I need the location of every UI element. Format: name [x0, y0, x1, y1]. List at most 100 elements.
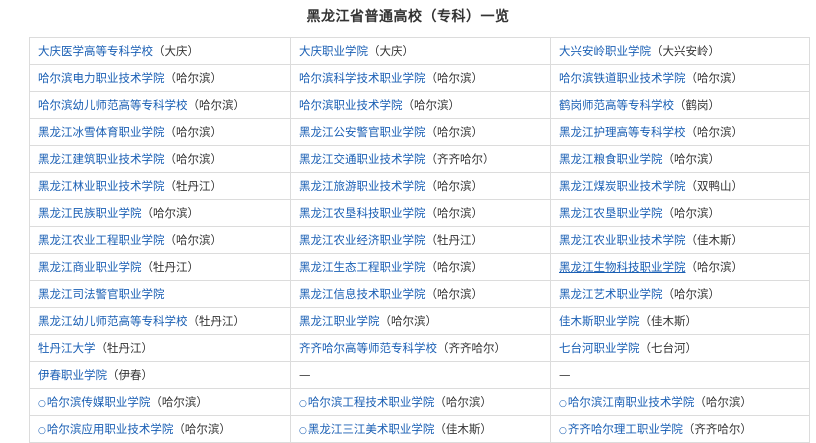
school-link[interactable]: 牡丹江大学 [38, 341, 96, 355]
table-cell: 黑龙江农业工程职业学院（哈尔滨） [29, 226, 291, 254]
table-row: 哈尔滨电力职业技术学院（哈尔滨） 哈尔滨科学技术职业学院（哈尔滨） 哈尔滨铁道职业技… [29, 64, 810, 92]
table-row: ○哈尔滨应用职业技术学院（哈尔滨） ○黑龙江三江美术职业学院（佳木斯） ○齐齐哈尔理… [29, 415, 810, 443]
table-cell: ○哈尔滨工程技术职业学院（哈尔滨） [290, 388, 551, 416]
school-link[interactable]: 黑龙江商业职业学院 [38, 260, 142, 274]
table-cell: 黑龙江粮食职业学院（哈尔滨） [550, 145, 810, 173]
school-link[interactable]: 黑龙江幼儿师范高等专科学校 [38, 314, 188, 328]
school-link[interactable]: 哈尔滨科学技术职业学院 [299, 71, 426, 85]
school-link[interactable]: 黑龙江民族职业学院 [38, 206, 142, 220]
school-link[interactable]: 黑龙江信息技术职业学院 [299, 287, 426, 301]
school-city: （双鸭山） [685, 179, 744, 193]
school-link[interactable]: 哈尔滨电力职业技术学院 [38, 71, 165, 85]
table-row: 伊春职业学院（伊春） — — [29, 361, 810, 389]
private-marker-icon: ○ [559, 426, 567, 436]
school-link[interactable]: 哈尔滨传媒职业学院 [47, 395, 151, 409]
school-link[interactable]: 黑龙江煤炭职业技术学院 [559, 179, 686, 193]
table-cell: 黑龙江建筑职业技术学院（哈尔滨） [29, 145, 291, 173]
school-link[interactable]: 黑龙江艺术职业学院 [559, 287, 663, 301]
school-link[interactable]: 黑龙江公安警官职业学院 [299, 125, 426, 139]
table-row: 黑龙江冰雪体育职业学院（哈尔滨） 黑龙江公安警官职业学院（哈尔滨） 黑龙江护理高等专… [29, 118, 810, 146]
school-link[interactable]: 齐齐哈尔高等师范专科学校 [299, 341, 437, 355]
table-cell: 大庆医学高等专科学校（大庆） [29, 37, 291, 65]
school-link[interactable]: 黑龙江冰雪体育职业学院 [38, 125, 165, 139]
private-marker-icon: ○ [38, 399, 46, 409]
table-cell: — [290, 361, 551, 389]
school-city: （鹤岗） [674, 98, 720, 112]
school-city: （哈尔滨） [425, 71, 484, 85]
school-city: （牡丹江） [187, 314, 246, 328]
table-cell: 黑龙江冰雪体育职业学院（哈尔滨） [29, 118, 291, 146]
school-link[interactable]: 佳木斯职业学院 [559, 314, 640, 328]
school-link[interactable]: 哈尔滨应用职业技术学院 [47, 422, 174, 436]
empty-dash: — [559, 368, 571, 382]
school-link[interactable]: 黑龙江职业学院 [299, 314, 380, 328]
school-link[interactable]: 伊春职业学院 [38, 368, 107, 382]
school-city: （伊春） [107, 368, 153, 382]
table-cell: 黑龙江农垦职业学院（哈尔滨） [550, 199, 810, 227]
school-link[interactable]: 大庆职业学院 [299, 44, 368, 58]
school-link[interactable]: 大庆医学高等专科学校 [38, 44, 153, 58]
school-city: （哈尔滨） [434, 395, 492, 409]
school-city: （哈尔滨） [685, 125, 744, 139]
table-cell: 黑龙江公安警官职业学院（哈尔滨） [290, 118, 551, 146]
school-link[interactable]: 黑龙江农垦科技职业学院 [299, 206, 426, 220]
table-row: 牡丹江大学（牡丹江） 齐齐哈尔高等师范专科学校（齐齐哈尔） 七台河职业学院（七台河） [29, 334, 810, 362]
school-city: （哈尔滨） [379, 314, 438, 328]
school-link[interactable]: 哈尔滨幼儿师范高等专科学校 [38, 98, 188, 112]
school-city: （大庆） [368, 44, 414, 58]
school-link[interactable]: 黑龙江林业职业技术学院 [38, 179, 165, 193]
empty-dash: — [299, 368, 311, 382]
school-city: （牡丹江） [141, 260, 200, 274]
table-cell: — [550, 361, 810, 389]
school-link[interactable]: 哈尔滨铁道职业技术学院 [559, 71, 686, 85]
school-city: （齐齐哈尔） [425, 152, 495, 166]
school-city: （哈尔滨） [164, 152, 223, 166]
school-city: （牡丹江） [164, 179, 223, 193]
school-link[interactable]: 黑龙江护理高等专科学校 [559, 125, 686, 139]
school-city: （哈尔滨） [164, 233, 223, 247]
school-city: （哈尔滨） [694, 395, 752, 409]
table-row: 哈尔滨幼儿师范高等专科学校（哈尔滨） 哈尔滨职业技术学院（哈尔滨） 鹤岗师范高等专科… [29, 91, 810, 119]
table-cell: 黑龙江幼儿师范高等专科学校（牡丹江） [29, 307, 291, 335]
page-title: 黑龙江省普通高校（专科）一览 [306, 9, 510, 25]
school-link[interactable]: 黑龙江交通职业技术学院 [299, 152, 426, 166]
school-link[interactable]: 黑龙江司法警官职业学院 [38, 287, 165, 301]
school-link[interactable]: 黑龙江建筑职业技术学院 [38, 152, 165, 166]
school-city: （佳木斯） [434, 422, 492, 436]
school-link[interactable]: 黑龙江农业经济职业学院 [299, 233, 426, 247]
table-cell: 哈尔滨科学技术职业学院（哈尔滨） [290, 64, 551, 92]
school-link[interactable]: 黑龙江生态工程职业学院 [299, 260, 426, 274]
school-city: （哈尔滨） [425, 179, 484, 193]
table-cell: 黑龙江林业职业技术学院（牡丹江） [29, 172, 291, 200]
table-row: 大庆医学高等专科学校（大庆） 大庆职业学院（大庆） 大兴安岭职业学院（大兴安岭） [29, 37, 810, 65]
table-cell: 哈尔滨电力职业技术学院（哈尔滨） [29, 64, 291, 92]
private-marker-icon: ○ [299, 399, 307, 409]
table-cell: 黑龙江生物科技职业学院（哈尔滨） [550, 253, 810, 281]
school-link[interactable]: 黑龙江粮食职业学院 [559, 152, 663, 166]
school-link[interactable]: 哈尔滨江南职业技术学院 [568, 395, 695, 409]
school-link[interactable]: 哈尔滨职业技术学院 [299, 98, 403, 112]
table-row: 黑龙江司法警官职业学院 黑龙江信息技术职业学院（哈尔滨） 黑龙江艺术职业学院（哈尔滨… [29, 280, 810, 308]
school-city: （哈尔滨） [425, 260, 484, 274]
school-city: （哈尔滨） [402, 98, 461, 112]
school-city: （哈尔滨） [685, 71, 744, 85]
school-city: （哈尔滨） [164, 125, 223, 139]
table-cell: 黑龙江艺术职业学院（哈尔滨） [550, 280, 810, 308]
private-marker-icon: ○ [38, 426, 46, 436]
school-link[interactable]: 黑龙江农业工程职业学院 [38, 233, 165, 247]
school-link[interactable]: 哈尔滨工程技术职业学院 [308, 395, 435, 409]
school-link[interactable]: 黑龙江旅游职业技术学院 [299, 179, 426, 193]
school-city: （哈尔滨） [173, 422, 231, 436]
school-link[interactable]: 大兴安岭职业学院 [559, 44, 651, 58]
school-link[interactable]: 七台河职业学院 [559, 341, 640, 355]
school-link[interactable]: 黑龙江三江美术职业学院 [308, 422, 435, 436]
table-cell: 黑龙江农业经济职业学院（牡丹江） [290, 226, 551, 254]
school-link[interactable]: 黑龙江农业职业技术学院 [559, 233, 686, 247]
school-link[interactable]: 鹤岗师范高等专科学校 [559, 98, 674, 112]
private-marker-icon: ○ [299, 426, 307, 436]
school-link[interactable]: 齐齐哈尔理工职业学院 [568, 422, 683, 436]
school-city: （哈尔滨） [662, 287, 721, 301]
school-link[interactable]: 黑龙江农垦职业学院 [559, 206, 663, 220]
school-link[interactable]: 黑龙江生物科技职业学院 [559, 260, 686, 274]
table-cell: 黑龙江信息技术职业学院（哈尔滨） [290, 280, 551, 308]
